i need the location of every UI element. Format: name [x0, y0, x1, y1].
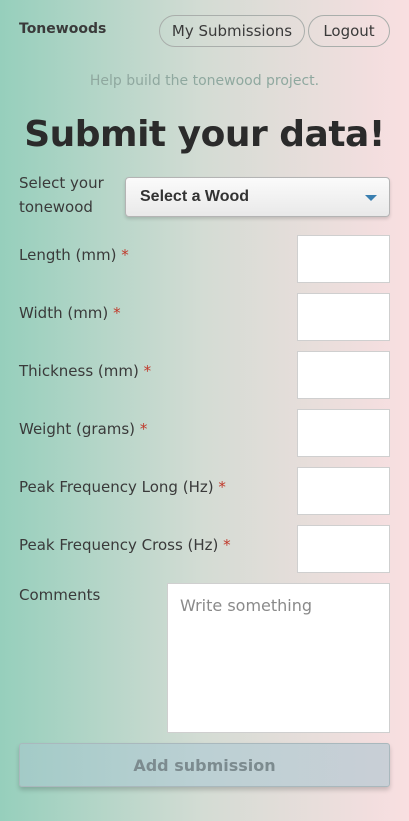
length-input[interactable] [297, 235, 390, 283]
length-label: Length (mm) * [19, 243, 129, 267]
width-label: Width (mm) * [19, 301, 121, 325]
peak-frequency-cross-input[interactable] [297, 525, 390, 573]
required-marker: * [139, 420, 148, 438]
peak-frequency-long-label: Peak Frequency Long (Hz) * [19, 475, 226, 499]
width-input[interactable] [297, 293, 390, 341]
my-submissions-button[interactable]: My Submissions [159, 15, 305, 47]
add-submission-button[interactable]: Add submission [19, 743, 390, 787]
page-title: Submit your data! [24, 114, 385, 155]
thickness-label-text: Thickness (mm) [19, 362, 139, 380]
logout-button[interactable]: Logout [308, 15, 390, 47]
peak-frequency-long-label-text: Peak Frequency Long (Hz) [19, 478, 214, 496]
width-label-text: Width (mm) [19, 304, 109, 322]
brand-logo[interactable]: Tonewoods [19, 21, 106, 37]
required-marker: * [113, 304, 121, 322]
tagline: Help build the tonewood project. [89, 73, 320, 89]
weight-input[interactable] [297, 409, 390, 457]
required-marker: * [223, 536, 231, 554]
comments-label: Comments [19, 586, 101, 604]
weight-label-text: Weight (grams) [19, 420, 136, 438]
wood-select[interactable]: Select a Wood [125, 177, 390, 217]
required-marker: * [143, 362, 152, 380]
wood-label: Select your tonewood [19, 174, 104, 216]
weight-label: Weight (grams) * [19, 417, 147, 441]
peak-frequency-cross-label: Peak Frequency Cross (Hz) * [19, 533, 231, 557]
thickness-input[interactable] [297, 351, 390, 399]
length-label-text: Length (mm) [19, 246, 117, 264]
chevron-down-icon [365, 195, 377, 201]
peak-frequency-long-input[interactable] [297, 467, 390, 515]
required-marker: * [121, 246, 129, 264]
wood-select-value: Select a Wood [140, 188, 250, 205]
thickness-label: Thickness (mm) * [19, 359, 151, 383]
comments-textarea[interactable] [167, 583, 390, 733]
required-marker: * [218, 478, 226, 496]
peak-frequency-cross-label-text: Peak Frequency Cross (Hz) [19, 536, 219, 554]
